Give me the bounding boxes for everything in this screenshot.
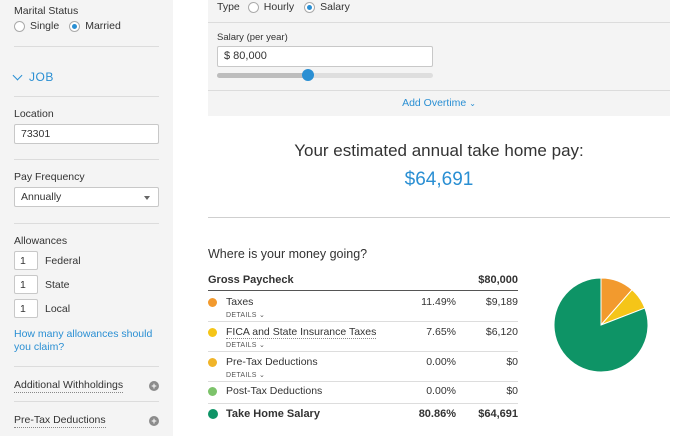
breakdown-row-percent: 0.00% bbox=[426, 356, 456, 368]
divider bbox=[208, 351, 518, 352]
breakdown-heading: Where is your money going? bbox=[208, 247, 368, 261]
breakdown-row-amount: $0 bbox=[506, 385, 518, 397]
salary-form-panel: Type Hourly Salary Salary (per year) $ 8… bbox=[208, 0, 670, 116]
salary-type-label: Salary bbox=[320, 1, 350, 13]
married-radio[interactable] bbox=[69, 20, 81, 32]
allowance-federal-label: Federal bbox=[45, 254, 81, 267]
gross-paycheck-label: Gross Paycheck bbox=[208, 274, 294, 286]
hourly-radio[interactable] bbox=[247, 1, 259, 13]
gross-paycheck-row: Gross Paycheck $80,000 bbox=[208, 274, 518, 286]
chevron-down-icon: ⌄ bbox=[469, 99, 476, 108]
divider bbox=[14, 46, 159, 47]
marital-status-options: Single Married bbox=[14, 20, 131, 32]
divider bbox=[208, 321, 518, 322]
legend-dot bbox=[208, 358, 217, 367]
pay-type-row: Type Hourly Salary bbox=[217, 1, 360, 13]
marital-option-single[interactable]: Single bbox=[14, 20, 59, 32]
breakdown-row-name: FICA and State Insurance Taxes bbox=[226, 326, 377, 339]
pay-frequency-select[interactable]: Annually bbox=[14, 187, 159, 207]
divider bbox=[14, 401, 159, 402]
salary-slider-thumb[interactable] bbox=[301, 69, 314, 81]
pay-type-label: Type bbox=[217, 1, 240, 13]
breakdown-row: Take Home Salary 80.86% $64,691 bbox=[208, 407, 518, 425]
allowance-local-label: Local bbox=[45, 302, 71, 315]
salary-radio[interactable] bbox=[304, 1, 316, 13]
allowance-state: 1 State bbox=[14, 275, 70, 294]
salary-slider-fill bbox=[217, 73, 308, 78]
breakdown-row-percent: 0.00% bbox=[426, 385, 456, 397]
legend-dot bbox=[208, 298, 217, 307]
plus-circle-icon[interactable]: + bbox=[149, 381, 159, 391]
breakdown-row-name: Post-Tax Deductions bbox=[226, 385, 323, 397]
additional-withholdings-toggle[interactable]: Additional Withholdings + bbox=[14, 379, 159, 393]
allowance-federal-input[interactable]: 1 bbox=[14, 251, 38, 270]
allowance-local: 1 Local bbox=[14, 299, 70, 318]
hourly-label: Hourly bbox=[263, 1, 295, 13]
single-radio[interactable] bbox=[14, 20, 25, 32]
take-home-headline: Your estimated annual take home pay: bbox=[294, 141, 584, 160]
breakdown-row-name: Taxes bbox=[226, 296, 254, 308]
breakdown-row-amount: $0 bbox=[506, 356, 518, 368]
breakdown-row-amount: $9,189 bbox=[485, 296, 518, 308]
allowances-label: Allowances bbox=[14, 235, 68, 247]
salary-input[interactable]: $ 80,000 bbox=[217, 46, 433, 67]
allowance-state-input[interactable]: 1 bbox=[14, 275, 38, 294]
caret-down-icon bbox=[144, 196, 150, 200]
additional-withholdings-label: Additional Withholdings bbox=[14, 379, 124, 393]
job-section-toggle[interactable]: JOB bbox=[12, 70, 54, 84]
details-toggle[interactable]: DETAILS ⌄ bbox=[226, 341, 265, 349]
breakdown-row-amount: $64,691 bbox=[478, 408, 518, 420]
breakdown-row-percent: 11.49% bbox=[421, 296, 456, 308]
divider bbox=[208, 290, 518, 291]
breakdown-row-percent: 80.86% bbox=[418, 408, 456, 420]
salary-slider[interactable] bbox=[217, 69, 433, 81]
marital-status-label: Marital Status bbox=[14, 5, 79, 17]
allowances-help-link[interactable]: How many allowances should you claim? bbox=[14, 328, 164, 354]
salary-label: Salary (per year) bbox=[217, 32, 288, 43]
allowance-federal: 1 Federal bbox=[14, 251, 81, 270]
breakdown-row-percent: 7.65% bbox=[426, 326, 456, 338]
divider bbox=[208, 381, 518, 382]
pay-type-hourly[interactable]: Hourly bbox=[247, 1, 295, 13]
breakdown-row-name: Take Home Salary bbox=[226, 408, 320, 420]
divider bbox=[14, 366, 159, 367]
sidebar: Marital Status Single Married JOB Locati… bbox=[0, 0, 173, 436]
divider bbox=[208, 217, 670, 218]
location-input[interactable]: 73301 bbox=[14, 124, 159, 144]
breakdown-pie-chart bbox=[553, 277, 649, 373]
allowance-local-input[interactable]: 1 bbox=[14, 299, 38, 318]
breakdown-row-name: Pre-Tax Deductions bbox=[226, 356, 318, 368]
take-home-amount: $64,691 bbox=[404, 169, 474, 190]
pay-type-salary[interactable]: Salary bbox=[304, 1, 350, 13]
legend-dot bbox=[208, 328, 217, 337]
marital-option-married[interactable]: Married bbox=[69, 20, 121, 32]
breakdown-row-amount: $6,120 bbox=[485, 326, 518, 338]
location-label: Location bbox=[14, 108, 54, 120]
married-label: Married bbox=[85, 20, 121, 32]
gross-paycheck-amount: $80,000 bbox=[478, 274, 518, 286]
details-toggle[interactable]: DETAILS ⌄ bbox=[226, 311, 265, 319]
legend-dot bbox=[208, 387, 217, 396]
divider bbox=[14, 159, 159, 160]
divider bbox=[208, 90, 670, 91]
pay-frequency-value: Annually bbox=[21, 191, 62, 203]
divider bbox=[208, 22, 670, 23]
divider bbox=[14, 223, 159, 224]
breakdown-row: Post-Tax Deductions 0.00% $0 bbox=[208, 384, 518, 402]
chevron-down-icon bbox=[12, 70, 23, 80]
divider bbox=[208, 403, 518, 404]
pretax-deductions-toggle[interactable]: Pre-Tax Deductions + bbox=[14, 414, 159, 428]
divider bbox=[14, 96, 159, 97]
legend-dot bbox=[208, 409, 218, 419]
pay-frequency-label: Pay Frequency bbox=[14, 171, 85, 183]
allowance-state-label: State bbox=[45, 278, 70, 291]
single-label: Single bbox=[30, 20, 60, 32]
details-toggle[interactable]: DETAILS ⌄ bbox=[226, 371, 265, 379]
pretax-deductions-label: Pre-Tax Deductions bbox=[14, 414, 106, 428]
job-section-label: JOB bbox=[29, 70, 54, 84]
add-overtime-button[interactable]: Add Overtime ⌄ bbox=[208, 97, 670, 109]
add-overtime-label: Add Overtime bbox=[402, 97, 467, 109]
plus-circle-icon[interactable]: + bbox=[149, 416, 159, 426]
